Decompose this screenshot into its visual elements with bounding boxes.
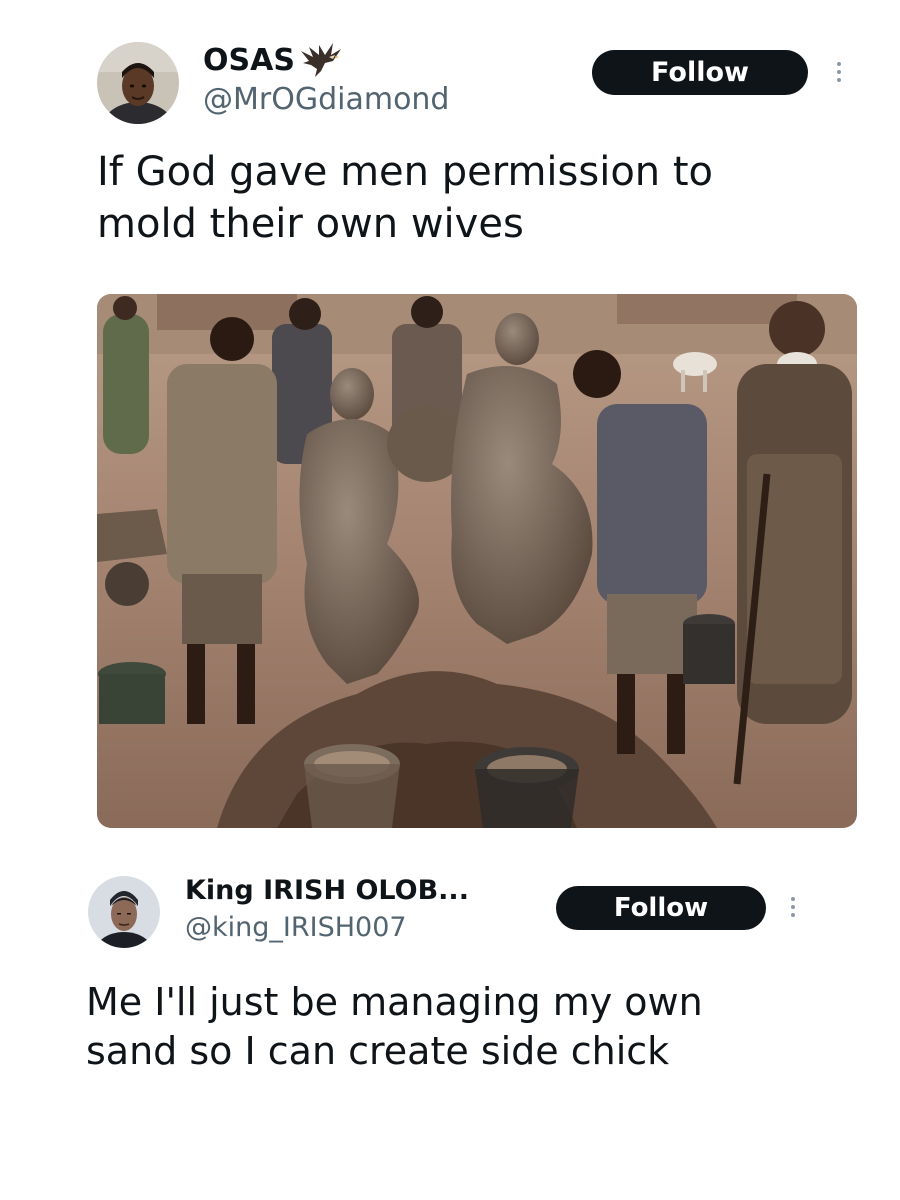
- follow-button-label: Follow: [613, 893, 709, 923]
- handle[interactable]: @MrOGdiamond: [203, 82, 449, 117]
- more-options-icon[interactable]: [788, 897, 798, 917]
- tweet-media[interactable]: [97, 294, 857, 828]
- avatar[interactable]: [97, 42, 179, 124]
- tweet-text: If God gave men permission to mold their…: [97, 149, 714, 247]
- avatar-image: [88, 876, 160, 948]
- display-name[interactable]: OSAS: [203, 43, 295, 78]
- tweet-text: Me I'll just be managing my own sand so …: [86, 980, 703, 1074]
- follow-button[interactable]: Follow: [556, 886, 766, 930]
- follow-button[interactable]: Follow: [592, 50, 808, 95]
- handle[interactable]: @king_IRISH007: [185, 912, 407, 943]
- avatar-image: [97, 42, 179, 124]
- display-name[interactable]: King IRISH OLOB...: [185, 875, 469, 906]
- avatar[interactable]: [88, 876, 160, 948]
- eagle-icon: [299, 41, 343, 79]
- photo-media-icon: [97, 294, 857, 828]
- follow-button-label: Follow: [651, 57, 749, 88]
- more-options-icon[interactable]: [834, 62, 844, 82]
